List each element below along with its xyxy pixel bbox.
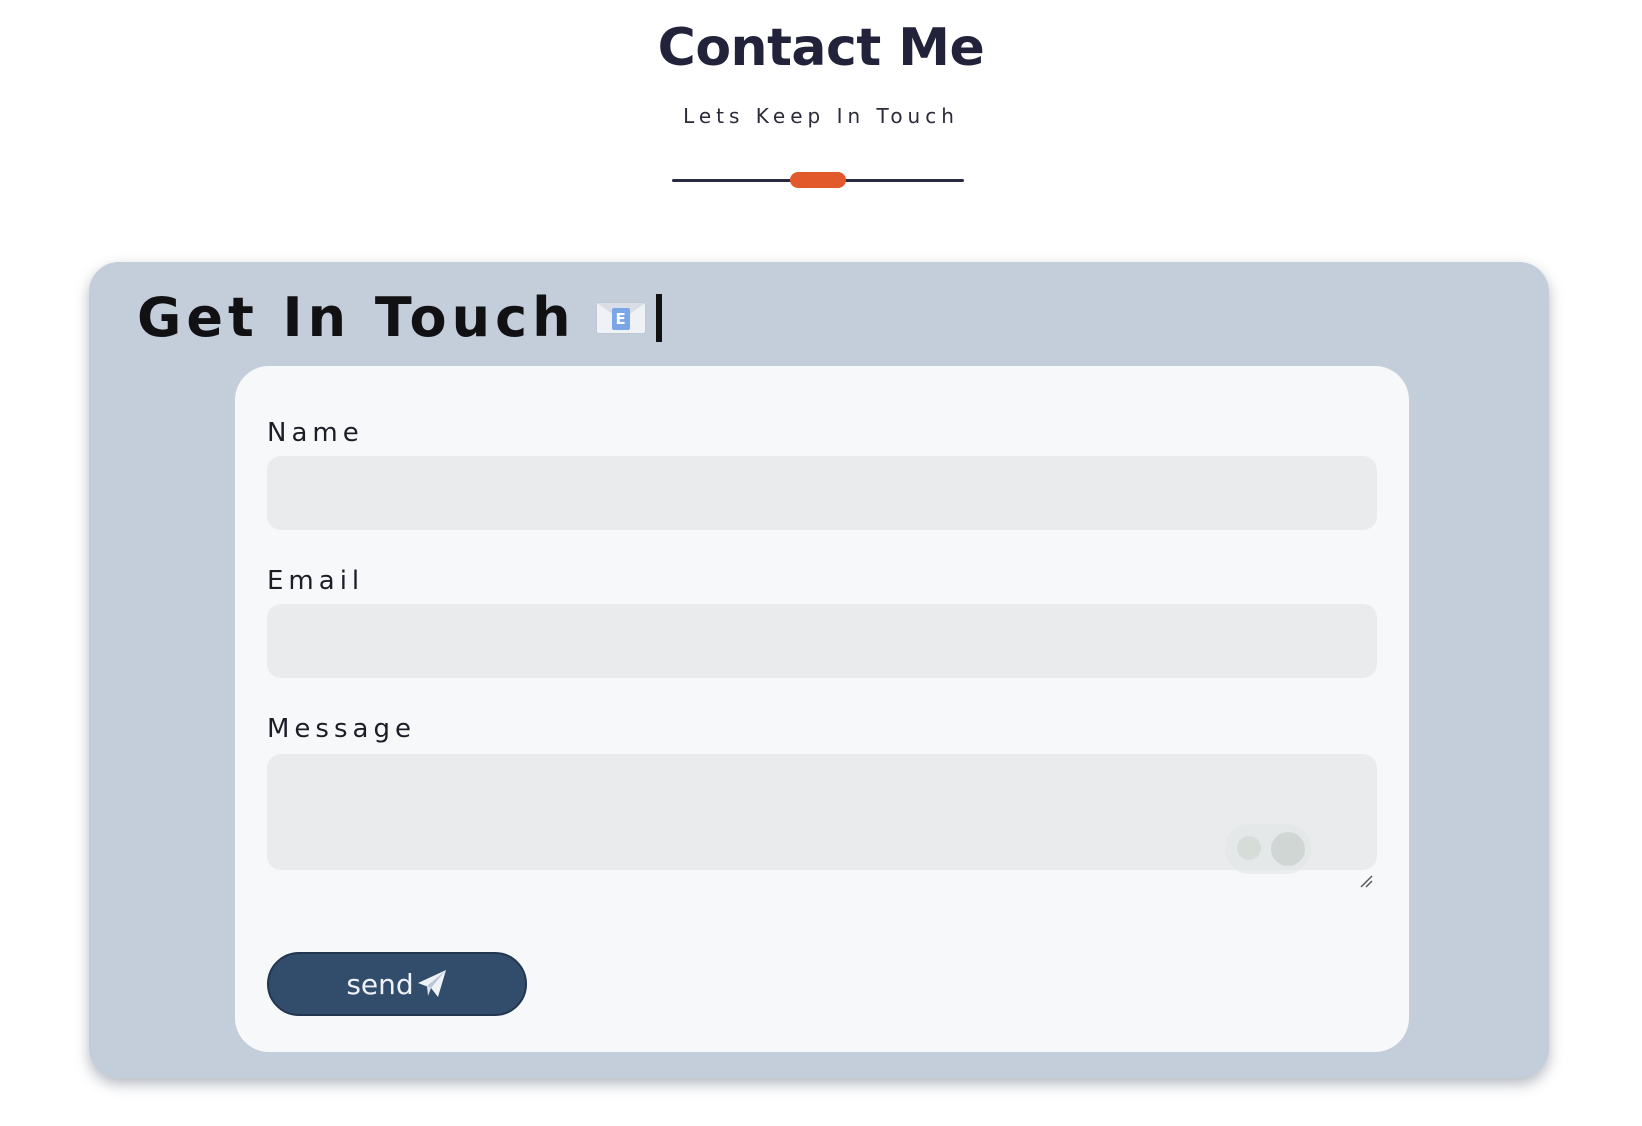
name-label: Name xyxy=(267,418,364,448)
title-divider xyxy=(672,172,964,188)
card-title: Get In Touch E xyxy=(137,286,662,349)
grammar-assistant-widget[interactable] xyxy=(1225,824,1311,874)
lightbulb-icon xyxy=(1237,836,1261,860)
email-input[interactable] xyxy=(267,604,1377,678)
resize-handle-icon[interactable] xyxy=(1359,874,1373,888)
page-title: Contact Me xyxy=(657,18,985,78)
name-input[interactable] xyxy=(267,456,1377,530)
card-title-text: Get In Touch xyxy=(137,286,576,349)
typing-caret xyxy=(655,293,662,342)
envelope-badge: E xyxy=(611,307,630,330)
email-label: Email xyxy=(267,566,365,596)
divider-accent-pill xyxy=(790,172,846,188)
message-textarea[interactable] xyxy=(267,754,1377,870)
contact-card: Get In Touch E Name Email Message send xyxy=(89,262,1549,1078)
paper-plane-icon xyxy=(417,970,446,997)
message-label: Message xyxy=(267,714,416,744)
grammar-check-icon xyxy=(1271,832,1305,866)
contact-form: Name Email Message send xyxy=(235,366,1409,1052)
send-button-label: send xyxy=(346,967,414,1001)
send-button[interactable]: send xyxy=(267,952,527,1016)
envelope-icon: E xyxy=(595,301,646,334)
page: Contact Me Lets Keep In Touch Get In Tou… xyxy=(0,0,1642,1126)
page-subtitle: Lets Keep In Touch xyxy=(683,104,959,128)
